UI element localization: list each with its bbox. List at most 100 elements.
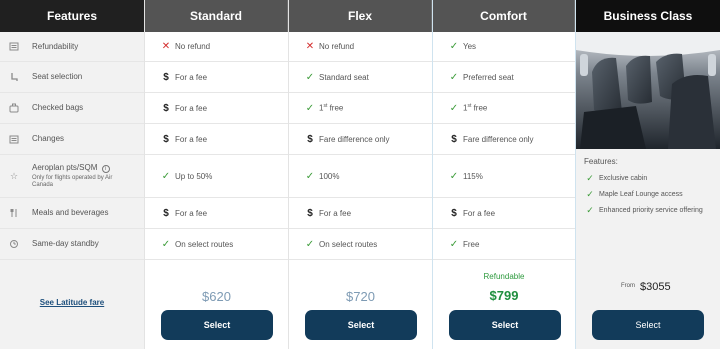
comfort-refundable-note: Refundable — [483, 272, 525, 281]
comfort-header: Comfort — [433, 0, 575, 32]
feature-label: Meals and beverages — [32, 208, 109, 217]
comfort-select-button[interactable]: Select — [449, 310, 561, 340]
business-feature-item: ✓ Enhanced priority service offering — [584, 206, 712, 215]
fare-cell: ✓ Free — [433, 229, 575, 260]
flex-header: Flex — [289, 0, 432, 32]
star-icon: ☆ — [9, 170, 19, 181]
business-class-column: Business Class Features: ✓ Exclusive cab… — [576, 0, 720, 349]
fare-cell: $ For a fee — [145, 93, 288, 124]
business-class-header: Business Class — [576, 0, 720, 32]
see-latitude-fare-link[interactable]: See Latitude fare — [0, 298, 144, 307]
fare-cell-text: On select routes — [175, 239, 234, 249]
flex-column: Flex ✕ No refund ✓ Standard seat ✓ 1st free… — [288, 0, 432, 349]
check-icon: ✓ — [449, 102, 459, 114]
fare-cell: ✓ Up to 50% — [145, 155, 288, 198]
fare-cell-text: Preferred seat — [463, 72, 514, 82]
info-icon[interactable]: i — [101, 165, 110, 173]
fare-cell-text: For a fee — [175, 134, 208, 144]
feature-row-seat-selection: Seat selection — [0, 62, 144, 93]
fare-cell: $ For a fee — [145, 124, 288, 155]
business-feature-text: Enhanced priority service offering — [599, 207, 703, 214]
business-feature-text: Exclusive cabin — [599, 175, 648, 182]
fare-cell-text: Standard seat — [319, 72, 369, 82]
fare-cell: $ For a fee — [145, 198, 288, 229]
check-icon: ✓ — [449, 238, 459, 250]
cross-icon: ✕ — [305, 41, 315, 52]
fare-cell: ✓ 100% — [289, 155, 432, 198]
business-feature-item: ✓ Exclusive cabin — [584, 174, 712, 183]
flex-select-button[interactable]: Select — [305, 310, 417, 340]
fare-cell-text: For a fee — [463, 208, 496, 218]
fare-cell-text: 1st free — [463, 103, 488, 113]
dollar-icon: $ — [451, 207, 457, 219]
feature-row-standby: Same-day standby — [0, 229, 144, 260]
check-icon: ✓ — [305, 170, 315, 182]
business-from-label: From — [621, 283, 635, 289]
fare-cell-text: 100% — [319, 171, 340, 181]
fare-cell-text: Free — [463, 239, 480, 249]
dollar-icon: $ — [163, 102, 169, 114]
bag-icon — [8, 102, 20, 114]
feature-label: Aeroplan pts/SQM — [32, 163, 98, 172]
feature-label: Seat selection — [32, 72, 83, 81]
fare-cell: ✓ On select routes — [145, 229, 288, 260]
dollar-icon: $ — [163, 207, 169, 219]
fare-cell-text: No refund — [175, 42, 211, 51]
fare-cell-text: No refund — [319, 42, 355, 51]
fare-cell: $ Fare difference only — [433, 124, 575, 155]
comfort-column: Comfort ✓ Yes ✓ Preferred seat ✓ 1st free $… — [432, 0, 576, 349]
fare-cell: ✓ 1st free — [289, 93, 432, 124]
feature-label: Same-day standby — [32, 239, 99, 248]
fare-cell: ✓ 1st free — [433, 93, 575, 124]
feature-label: Checked bags — [32, 103, 84, 112]
business-price: $3055 — [640, 281, 671, 293]
feature-row-refundability: Refundability — [0, 32, 144, 62]
fare-cell-text: Fare difference only — [463, 134, 534, 144]
cross-icon: ✕ — [161, 41, 171, 52]
check-icon: ✓ — [586, 189, 594, 199]
fare-cell: ✕ No refund — [289, 32, 432, 62]
fare-cell-text: 1st free — [319, 103, 344, 113]
fare-cell: ✓ Yes — [433, 32, 575, 62]
dollar-icon: $ — [163, 71, 169, 83]
check-icon: ✓ — [586, 173, 594, 183]
fare-cell-text: On select routes — [319, 239, 378, 249]
check-icon: ✓ — [586, 205, 594, 215]
business-select-button[interactable]: Select — [592, 310, 704, 340]
standard-price: $620 — [202, 289, 231, 304]
feature-row-aeroplan: ☆ Aeroplan pts/SQM i Only for flights op… — [0, 155, 144, 198]
fare-cell-text: Up to 50% — [175, 171, 213, 181]
features-header: Features — [0, 0, 144, 32]
feature-label: Refundability — [32, 41, 79, 51]
fare-cell-text: 115% — [463, 171, 483, 181]
standard-select-button[interactable]: Select — [161, 310, 273, 340]
seat-icon — [8, 71, 20, 83]
dollar-icon: $ — [163, 133, 169, 145]
business-cabin-image — [576, 32, 720, 149]
fare-cell: $ Fare difference only — [289, 124, 432, 155]
meal-icon — [8, 207, 20, 219]
check-icon: ✓ — [305, 71, 315, 83]
check-icon: ✓ — [161, 170, 171, 182]
features-column: Features Refundability Seat selection Ch… — [0, 0, 144, 349]
comfort-price: $799 — [489, 288, 519, 303]
feature-sublabel: Only for flights operated by Air Canada — [32, 175, 113, 188]
fare-cell-text: For a fee — [175, 72, 208, 82]
dollar-icon: $ — [307, 133, 313, 145]
check-icon: ✓ — [305, 102, 315, 114]
business-features-label: Features: — [584, 157, 618, 166]
fare-cell: ✓ Standard seat — [289, 62, 432, 93]
fare-cell: ✓ 115% — [433, 155, 575, 198]
dollar-icon: $ — [451, 133, 457, 145]
fare-cell-text: Fare difference only — [319, 134, 390, 144]
fare-cell: ✕ No refund — [145, 32, 288, 62]
feature-label: Changes — [32, 134, 65, 143]
refund-icon — [8, 41, 20, 53]
flex-price: $720 — [346, 289, 375, 304]
feature-row-meals: Meals and beverages — [0, 198, 144, 229]
check-icon: ✓ — [449, 170, 459, 182]
business-feature-text: Maple Leaf Lounge access — [599, 191, 683, 198]
fare-cell: ✓ Preferred seat — [433, 62, 575, 93]
fare-cell-text: For a fee — [319, 208, 352, 218]
check-icon: ✓ — [305, 238, 315, 250]
